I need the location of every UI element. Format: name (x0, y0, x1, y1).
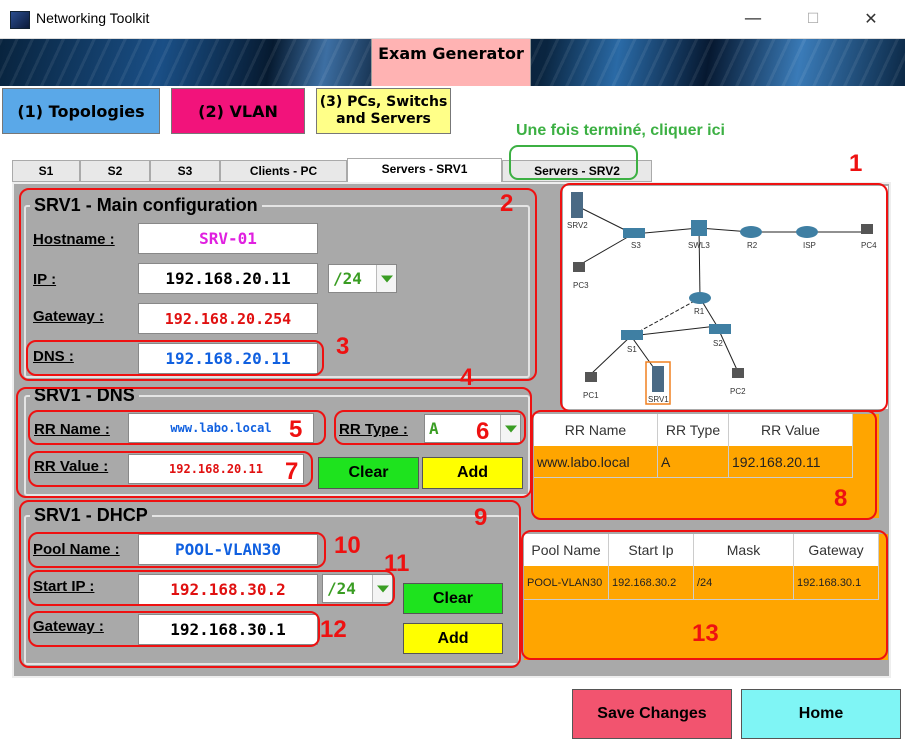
tab-s2[interactable]: S2 (80, 160, 150, 182)
annotation-number: 10 (334, 532, 361, 559)
minimize-button[interactable]: — (730, 4, 776, 34)
hint-highlight (509, 145, 638, 180)
annotation-box (560, 183, 888, 412)
annotation-number: 2 (500, 190, 514, 217)
annotation-number: 7 (285, 458, 299, 485)
topologies-button[interactable]: (1) Topologies (2, 88, 160, 134)
annotation-box (26, 340, 324, 376)
pcs-switchs-servers-button[interactable]: (3) PCs, Switchs and Servers (316, 88, 451, 134)
tab-s3[interactable]: S3 (150, 160, 220, 182)
vlan-button[interactable]: (2) VLAN (171, 88, 305, 134)
close-button[interactable]: ✕ (848, 4, 894, 34)
maximize-button[interactable]: ☐ (790, 4, 836, 34)
hint-text: Une fois terminé, cliquer ici (516, 122, 725, 139)
annotation-number: 13 (692, 620, 719, 647)
save-changes-button[interactable]: Save Changes (572, 689, 732, 739)
annotation-box (28, 570, 395, 606)
window-title: Networking Toolkit (36, 10, 150, 26)
tab-s1[interactable]: S1 (12, 160, 80, 182)
annotation-box (28, 410, 326, 445)
home-button[interactable]: Home (741, 689, 901, 739)
annotation-box (28, 451, 313, 487)
annotation-number: 5 (289, 416, 303, 443)
annotation-number: 3 (336, 333, 350, 360)
exam-generator-button[interactable]: Exam Generator (371, 39, 531, 86)
tab-clients-pc[interactable]: Clients - PC (220, 160, 347, 182)
annotation-box (334, 410, 526, 445)
tab-servers-srv1[interactable]: Servers - SRV1 (347, 158, 502, 183)
annotation-number: 4 (460, 364, 474, 391)
annotation-box (28, 611, 320, 647)
annotation-number: 6 (476, 418, 490, 445)
annotation-number: 8 (834, 485, 848, 512)
app-icon (10, 11, 30, 29)
annotation-number: 11 (384, 550, 410, 577)
annotation-number: 9 (474, 504, 488, 531)
annotation-number: 1 (849, 150, 863, 177)
annotation-box (28, 532, 326, 568)
annotation-box (531, 410, 877, 520)
annotation-number: 12 (320, 616, 347, 643)
